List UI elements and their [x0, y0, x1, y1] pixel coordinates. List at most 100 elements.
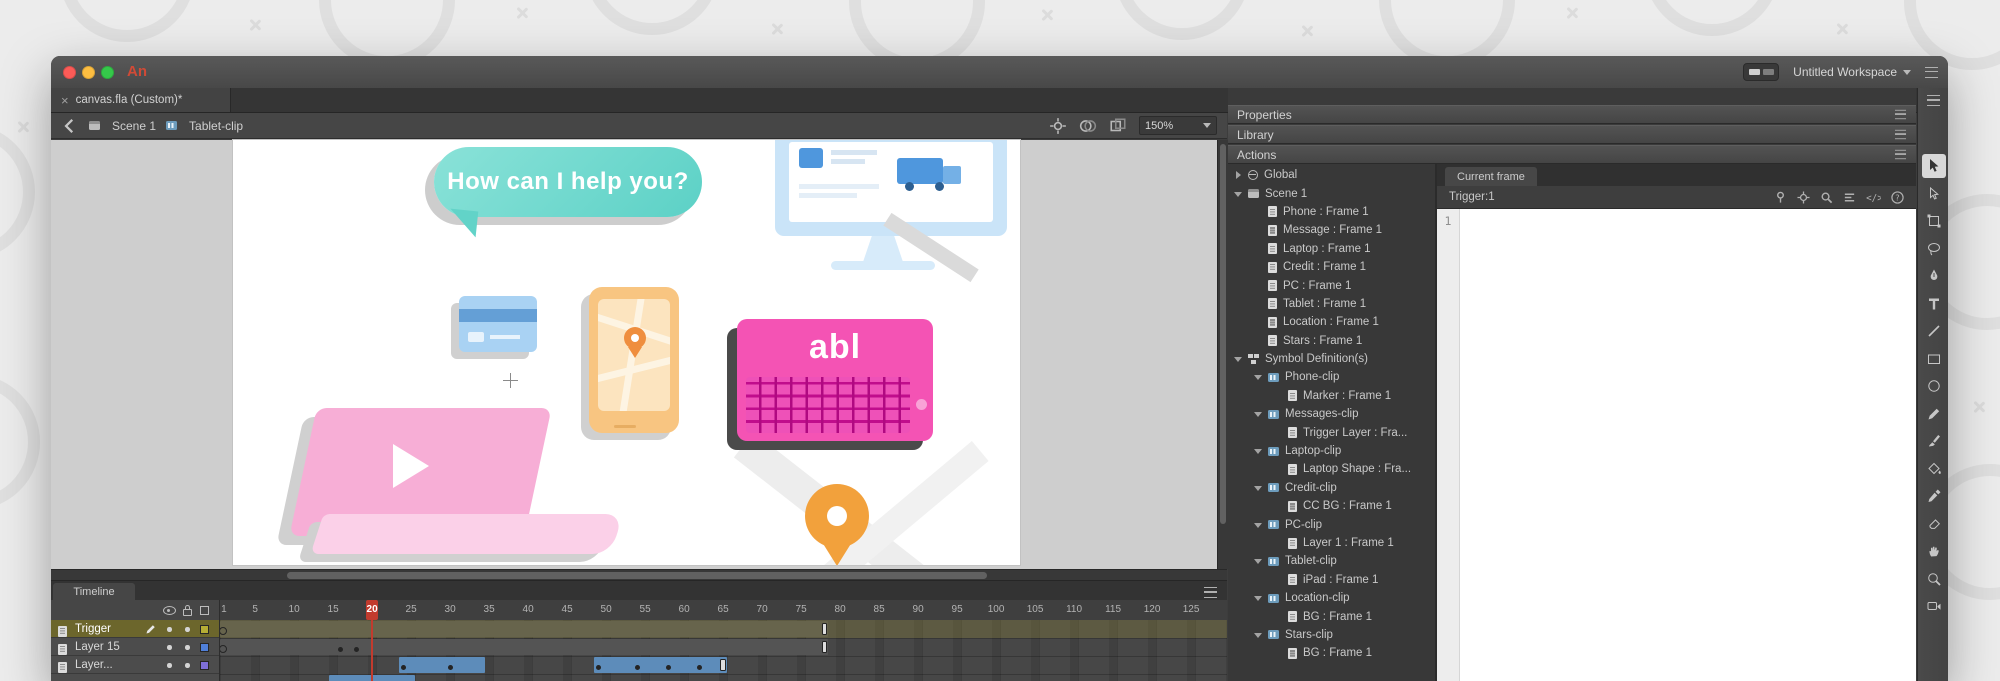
breadcrumb-scene[interactable]: Scene 1 [89, 119, 156, 133]
titlebar-menu-icon[interactable] [1925, 66, 1938, 78]
brush-tool[interactable] [1922, 429, 1946, 453]
actions-tree-item[interactable]: Symbol Definition(s) [1228, 350, 1435, 368]
disclosure-expanded-icon[interactable] [1254, 520, 1264, 530]
disclosure-expanded-icon[interactable] [1254, 483, 1264, 493]
disclosure-collapsed-icon[interactable] [1234, 170, 1244, 180]
vertical-scrollbar[interactable] [1217, 140, 1228, 569]
actions-tree-item[interactable]: Laptop : Frame 1 [1228, 240, 1435, 258]
eraser-tool[interactable] [1922, 512, 1946, 536]
pasteboard[interactable]: How can I help you? abl [51, 140, 1227, 569]
back-arrow-icon[interactable] [61, 117, 79, 135]
find-icon[interactable] [1820, 191, 1833, 204]
zoom-level-dropdown[interactable]: 150% [1139, 116, 1217, 135]
disclosure-expanded-icon[interactable] [1254, 630, 1264, 640]
actions-tree-item[interactable]: PC : Frame 1 [1228, 276, 1435, 294]
layer-visibility-dot[interactable] [167, 645, 172, 650]
panel-menu-icon[interactable] [1894, 129, 1907, 140]
layer-outline-color-swatch[interactable] [200, 660, 209, 670]
actions-tree-item[interactable]: iPad : Frame 1 [1228, 571, 1435, 589]
timeline-layer-row[interactable]: Layer 15 [51, 638, 219, 656]
timeline-menu-icon[interactable] [1204, 587, 1217, 598]
actions-tree-item[interactable]: Message : Frame 1 [1228, 221, 1435, 239]
paint-bucket-tool[interactable] [1922, 457, 1946, 481]
timeline-layer-row[interactable] [51, 674, 219, 681]
disclosure-expanded-icon[interactable] [1254, 446, 1264, 456]
oval-tool[interactable] [1922, 374, 1946, 398]
format-icon[interactable] [1843, 191, 1856, 204]
center-frame-icon[interactable] [1049, 117, 1067, 135]
workspace-switcher[interactable]: Untitled Workspace [1793, 65, 1911, 79]
breadcrumb-symbol[interactable]: Tablet-clip [166, 119, 243, 133]
actions-tree-item[interactable]: PC-clip [1228, 515, 1435, 533]
zoom-tool[interactable] [1922, 567, 1946, 591]
actions-tree-item[interactable]: Trigger Layer : Fra... [1228, 423, 1435, 441]
selection-tool[interactable] [1921, 154, 1946, 178]
actions-tree-item[interactable]: Phone-clip [1228, 368, 1435, 386]
layer-lock-dot[interactable] [185, 645, 190, 650]
actions-tree-item[interactable]: Messages-clip [1228, 405, 1435, 423]
properties-panel-header[interactable]: Properties [1228, 105, 1916, 124]
actions-tree-item[interactable]: Stars-clip [1228, 626, 1435, 644]
actions-tree-item[interactable]: Laptop Shape : Fra... [1228, 460, 1435, 478]
close-window-button[interactable] [63, 65, 76, 79]
actions-tree-item[interactable]: Layer 1 : Frame 1 [1228, 534, 1435, 552]
disclosure-expanded-icon[interactable] [1254, 593, 1264, 603]
timeline-ruler[interactable]: 1 5 10 15 20 25 30 35 40 45 50 55 60 65 70 75 80 85 90 95 10… [220, 600, 1227, 621]
code-snippets-icon[interactable]: </> [1866, 191, 1881, 204]
timeline-layer-row[interactable]: Layer... [51, 656, 219, 674]
panel-menu-icon[interactable] [1894, 109, 1907, 120]
show-hide-layers-icon[interactable] [163, 606, 176, 615]
layer-visibility-dot[interactable] [167, 627, 172, 632]
timeline-tab[interactable]: Timeline [53, 583, 135, 601]
actions-tree-item[interactable]: Phone : Frame 1 [1228, 203, 1435, 221]
multi-frame-icon[interactable] [1109, 117, 1127, 135]
camera-tool[interactable] [1922, 594, 1946, 618]
actions-tree-item[interactable]: CC BG : Frame 1 [1228, 497, 1435, 515]
actions-tree-item[interactable]: Location : Frame 1 [1228, 313, 1435, 331]
layer-lock-dot[interactable] [185, 663, 190, 668]
disclosure-expanded-icon[interactable] [1234, 354, 1244, 364]
pen-tool[interactable] [1922, 264, 1946, 288]
library-panel-header[interactable]: Library [1228, 125, 1916, 144]
disclosure-expanded-icon[interactable] [1254, 409, 1264, 419]
stage-canvas[interactable]: How can I help you? abl [233, 140, 1020, 565]
tools-menu-icon[interactable] [1927, 95, 1940, 106]
outline-layers-icon[interactable] [200, 605, 209, 615]
actions-tree-item[interactable]: Tablet-clip [1228, 552, 1435, 570]
free-transform-tool[interactable] [1922, 209, 1946, 233]
disclosure-expanded-icon[interactable] [1254, 556, 1264, 566]
timeline-frame-span[interactable] [594, 657, 727, 673]
insert-target-icon[interactable] [1797, 190, 1810, 204]
pencil-tool[interactable] [1922, 402, 1946, 426]
playhead-line[interactable] [371, 620, 374, 681]
panel-menu-icon[interactable] [1894, 149, 1907, 160]
actions-tree-item[interactable]: Tablet : Frame 1 [1228, 295, 1435, 313]
actions-tree-item[interactable]: Global [1228, 166, 1435, 184]
actions-tree-item[interactable]: Stars : Frame 1 [1228, 332, 1435, 350]
disclosure-expanded-icon[interactable] [1234, 189, 1244, 199]
zoom-window-button[interactable] [101, 65, 114, 79]
timeline-frame-span[interactable] [220, 639, 829, 655]
hand-tool[interactable] [1922, 539, 1946, 563]
current-frame-tab[interactable]: Current frame [1445, 167, 1537, 186]
actions-tree-item[interactable]: Laptop-clip [1228, 442, 1435, 460]
pin-icon[interactable] [1774, 191, 1787, 204]
onion-skin-icon[interactable] [1079, 117, 1097, 135]
actions-tree-item[interactable]: Location-clip [1228, 589, 1435, 607]
disclosure-expanded-icon[interactable] [1254, 372, 1264, 382]
actions-panel-header[interactable]: Actions [1228, 145, 1916, 164]
text-tool[interactable] [1922, 292, 1946, 316]
actions-tree-item[interactable]: Scene 1 [1228, 184, 1435, 202]
layer-lock-dot[interactable] [185, 627, 190, 632]
timeline-frames-area[interactable]: 1 5 10 15 20 25 30 35 40 45 50 55 60 65 70 75 80 85 90 95 10… [220, 600, 1227, 681]
actions-tree-item[interactable]: BG : Frame 1 [1228, 607, 1435, 625]
rectangle-tool[interactable] [1922, 347, 1946, 371]
layer-outline-color-swatch[interactable] [200, 624, 209, 634]
lock-layers-icon[interactable] [183, 605, 192, 616]
line-tool[interactable] [1922, 319, 1946, 343]
actions-tree-item[interactable]: Marker : Frame 1 [1228, 387, 1435, 405]
horizontal-scrollbar-thumb[interactable] [287, 572, 987, 579]
script-editor-area[interactable]: 1 [1437, 209, 1916, 681]
layer-outline-color-swatch[interactable] [200, 642, 209, 652]
actions-tree-item[interactable]: Credit : Frame 1 [1228, 258, 1435, 276]
